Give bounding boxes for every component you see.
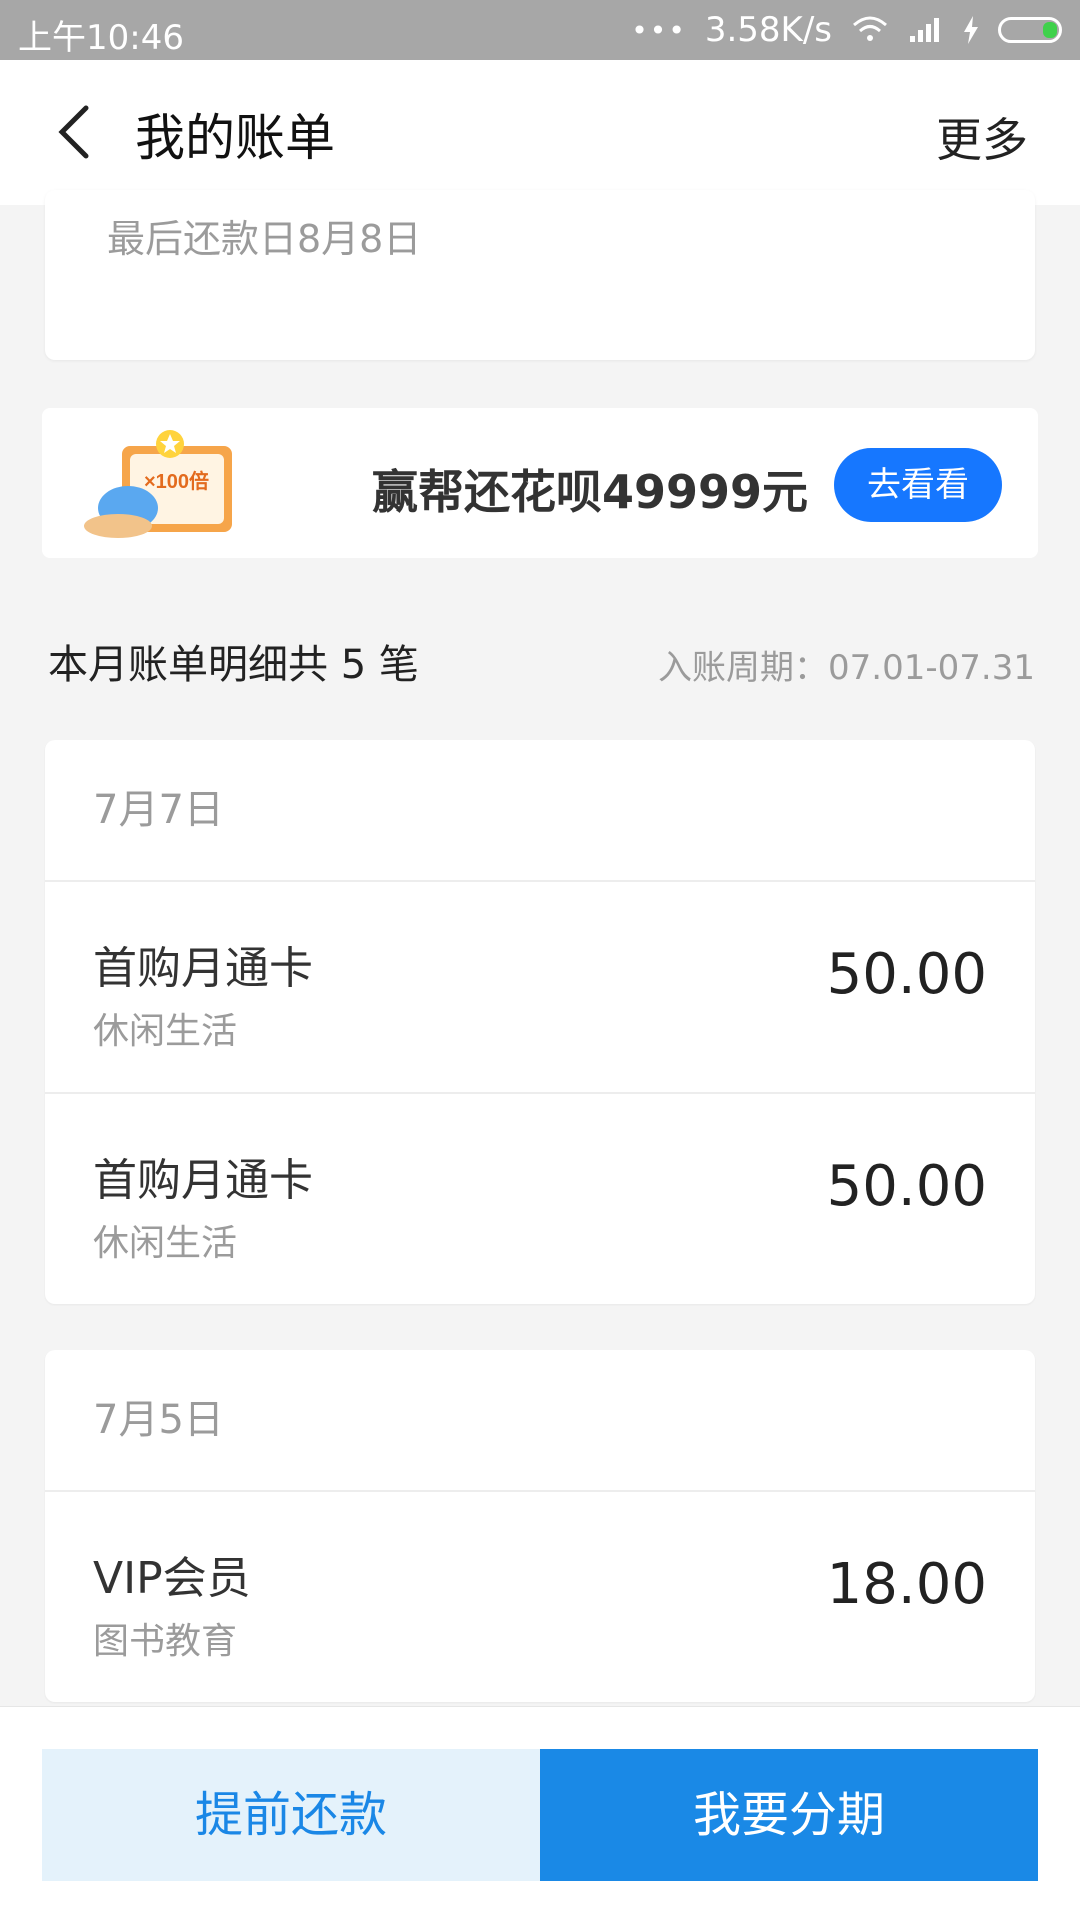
- early-repay-button[interactable]: 提前还款: [42, 1749, 540, 1881]
- more-dots-icon: •••: [631, 13, 687, 47]
- more-button[interactable]: 更多: [936, 104, 1028, 170]
- transaction-name: 首购月通卡: [93, 1155, 313, 1206]
- promo-go-button[interactable]: 去看看: [834, 448, 1002, 522]
- day-group: 7月7日 首购月通卡 休闲生活 50.00 首购月通卡 休闲生活 50.00: [45, 740, 1035, 1304]
- transaction-row[interactable]: 首购月通卡 休闲生活 50.00: [45, 1094, 1035, 1304]
- promo-badge-icon: ×100倍: [84, 430, 232, 538]
- promo-text: 赢帮还花呗49999元: [372, 465, 809, 519]
- promo-badge-text: ×100倍: [144, 469, 209, 493]
- group-date: 7月5日: [45, 1350, 1035, 1492]
- wifi-icon: [853, 16, 887, 41]
- transaction-row[interactable]: 首购月通卡 休闲生活 50.00: [45, 882, 1035, 1094]
- last-repay-day: 最后还款日8月8日: [107, 217, 422, 261]
- signal-icon: [910, 18, 939, 42]
- bill-detail-count: 本月账单明细共 5 笔: [48, 642, 419, 688]
- transaction-category: 休闲生活: [93, 1223, 238, 1264]
- battery-icon: [998, 17, 1062, 43]
- promo-banner[interactable]: ×100倍 赢帮还花呗49999元 去看看: [42, 408, 1038, 558]
- app-header: 我的账单 更多: [0, 60, 1080, 205]
- transaction-category: 图书教育: [93, 1621, 238, 1662]
- transaction-category: 休闲生活: [93, 1011, 238, 1052]
- bottom-action-bar: 提前还款 我要分期: [0, 1706, 1080, 1921]
- network-speed: 3.58K/s: [704, 10, 832, 50]
- installment-button[interactable]: 我要分期: [540, 1749, 1038, 1881]
- transaction-amount: 50.00: [826, 1154, 987, 1219]
- transaction-row[interactable]: VIP会员 图书教育 18.00: [45, 1492, 1035, 1702]
- charging-icon: [964, 16, 978, 44]
- day-group: 7月5日 VIP会员 图书教育 18.00: [45, 1350, 1035, 1702]
- group-date: 7月7日: [45, 740, 1035, 882]
- status-time: 上午10:46: [18, 18, 184, 58]
- billing-period: 入账周期：07.01-07.31: [658, 648, 1035, 688]
- status-right: ••• 3.58K/s: [631, 10, 1062, 50]
- transaction-amount: 18.00: [826, 1552, 987, 1617]
- back-arrow-icon[interactable]: [48, 100, 112, 164]
- transaction-amount: 50.00: [826, 942, 987, 1007]
- page-title: 我的账单: [135, 109, 335, 167]
- bill-summary-card: 最后还款日8月8日: [45, 190, 1035, 360]
- transaction-name: 首购月通卡: [93, 943, 313, 994]
- transaction-name: VIP会员: [93, 1553, 251, 1604]
- status-bar: 上午10:46 ••• 3.58K/s: [0, 0, 1080, 60]
